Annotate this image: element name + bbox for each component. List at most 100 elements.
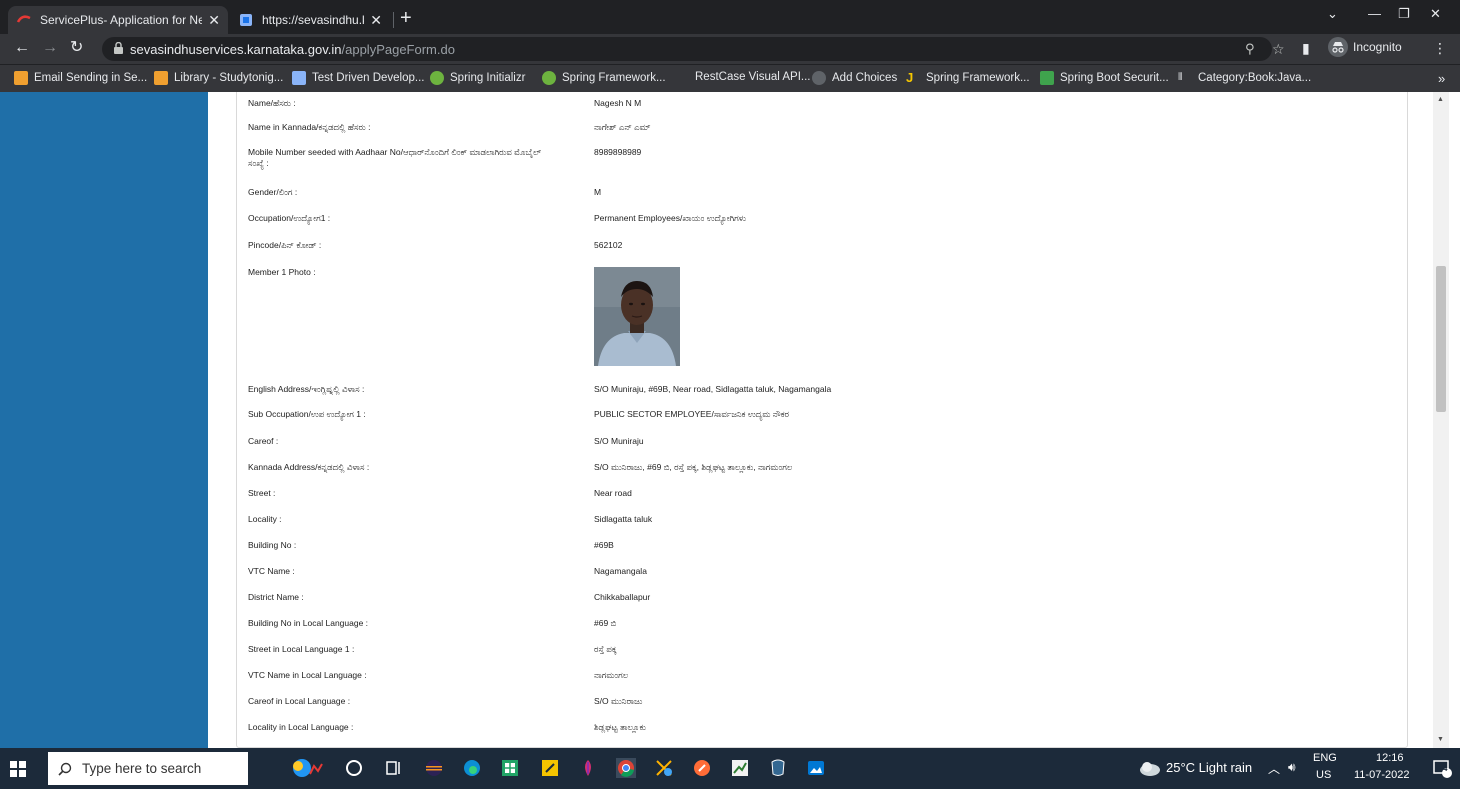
chart-app-icon[interactable] (730, 758, 750, 778)
side-panel-icon[interactable]: ▮ (1302, 40, 1310, 57)
clock-date[interactable]: 11-07-2022 (1354, 769, 1409, 781)
cortana-icon[interactable] (344, 758, 364, 778)
bookmark-item[interactable]: Spring Initializr (430, 71, 525, 85)
forward-icon[interactable]: → (42, 40, 58, 56)
bookmark-item[interactable]: J Spring Framework... (906, 71, 1030, 85)
volume-icon[interactable]: 🔊︎ (1288, 760, 1296, 775)
restore-icon[interactable]: ❐ (1398, 6, 1410, 22)
minimize-icon[interactable]: — (1368, 6, 1381, 21)
bookmark-item[interactable]: RestCase Visual API... (695, 71, 810, 83)
bookmark-label: Spring Framework... (562, 72, 666, 84)
windows-start-icon[interactable] (10, 761, 26, 777)
field-value-mobile: 8989898989 (594, 147, 642, 157)
bookmark-label: Spring Framework... (926, 72, 1030, 84)
bookmark-label: Category:Book:Java... (1198, 72, 1312, 84)
chrome-icon[interactable] (616, 758, 636, 778)
bookmark-label: RestCase Visual API... (695, 71, 811, 83)
field-label-occupation: Occupation/ಉದ್ಯೋಗ1 : (248, 213, 331, 223)
weather-text[interactable]: 25°C Light rain (1166, 760, 1252, 775)
tab-search-icon[interactable]: ⌄ (1327, 6, 1338, 22)
bookmark-label: Test Driven Develop... (312, 72, 425, 84)
spring-boot-icon (1040, 71, 1054, 85)
bookmark-label: Email Sending in Se... (34, 72, 148, 84)
clock-time[interactable]: 12:16 (1376, 752, 1404, 764)
task-view-icon[interactable] (384, 758, 404, 778)
tab-close-icon[interactable]: ✕ (370, 12, 382, 29)
postman-icon[interactable] (692, 758, 712, 778)
field-label-street-local: Street in Local Language 1 : (248, 644, 355, 654)
weather-widget-icon[interactable] (290, 758, 324, 778)
weather-cloud-icon[interactable] (1138, 758, 1162, 778)
tab-divider (393, 12, 394, 28)
zoom-icon[interactable]: ⚲ (1245, 41, 1255, 57)
tab-serviceplus[interactable]: ServicePlus- Application for New ✕ (8, 6, 228, 34)
windows-taskbar: Type here to search 25°C Light rain ︿ 🔊︎… (0, 748, 1460, 789)
incognito-indicator[interactable]: Incognito (1328, 37, 1402, 57)
sticky-app-icon[interactable] (540, 758, 560, 778)
lang-bottom[interactable]: US (1316, 769, 1331, 781)
address-bar[interactable]: sevasindhuservices.karnataka.gov.in/appl… (102, 37, 1285, 61)
page-scrollbar[interactable]: ▲ ▼ (1433, 92, 1449, 748)
bookmark-label: Add Choices (832, 72, 898, 84)
scroll-down-arrow-icon[interactable]: ▼ (1437, 736, 1444, 743)
field-value-kannada-address: S/O ಮುನಿರಾಜು, #69 ಬಿ, ರಸ್ತೆ ಪಕ್ಕ, ಶಿಡ್ಲಘ… (594, 462, 793, 472)
field-label-sub-occupation: Sub Occupation/ಉಪ ಉದ್ಯೋಗ 1 : (248, 409, 366, 419)
bookmark-item[interactable]: Email Sending in Se... (14, 71, 147, 85)
feather-app-icon[interactable] (578, 758, 598, 778)
scroll-up-arrow-icon[interactable]: ▲ (1437, 96, 1444, 103)
wikibooks-icon: ⦀ (1178, 72, 1183, 83)
eclipse-icon[interactable] (424, 758, 444, 778)
tab-close-icon[interactable]: ✕ (208, 12, 220, 29)
field-label-district-name: District Name : (248, 592, 304, 602)
studytonight-icon (154, 71, 168, 85)
field-label-vtc-name: VTC Name : (248, 566, 295, 576)
url-path: /applyPageForm.do (341, 42, 455, 57)
bookmarks-bar: Email Sending in Se... Library - Studyto… (0, 64, 1460, 92)
bookmark-item[interactable]: Add Choices (812, 71, 897, 85)
edge-icon[interactable] (462, 758, 482, 778)
bookmark-label: Library - Studytonig... (174, 72, 284, 84)
new-tab-icon[interactable]: + (400, 8, 412, 28)
menu-kebab-icon[interactable]: ⋮ (1433, 40, 1447, 57)
photos-app-icon[interactable] (806, 758, 826, 778)
url-domain: sevasindhuservices.karnataka.gov.in (130, 42, 342, 57)
field-label-vtc-name-local: VTC Name in Local Language : (248, 670, 367, 680)
bookmark-item[interactable]: Test Driven Develop... (292, 71, 425, 85)
field-label-name-kannada: Name in Kannada/ಕನ್ನಡದಲ್ಲಿ ಹೆಸರು : (248, 122, 371, 132)
lang-top[interactable]: ENG (1313, 752, 1337, 764)
lock-icon (114, 42, 123, 54)
field-label-careof-local: Careof in Local Language : (248, 696, 351, 706)
field-value-building-no: #69B (594, 540, 614, 550)
notification-count-badge: 4 (1443, 764, 1448, 773)
search-placeholder: Type here to search (82, 761, 202, 776)
notification-center-icon[interactable] (1432, 758, 1452, 778)
bookmark-item[interactable]: Library - Studytonig... (154, 71, 283, 85)
pgadmin-icon[interactable] (768, 758, 788, 778)
field-value-careof: S/O Muniraju (594, 436, 644, 446)
taskbar-search-box[interactable]: Type here to search (48, 752, 248, 785)
field-label-kannada-address: Kannada Address/ಕನ್ನಡದಲ್ಲಿ ವಿಳಾಸ : (248, 462, 370, 472)
field-label-name: Name/ಹೆಸರು : (248, 98, 296, 108)
spreadsheet-app-icon[interactable] (500, 758, 520, 778)
tray-expand-icon[interactable]: ︿ (1268, 760, 1280, 777)
incognito-icon (1328, 37, 1348, 57)
bookmark-star-icon[interactable]: ☆ (1272, 41, 1285, 58)
field-value-gender: M (594, 187, 602, 197)
reload-icon[interactable]: ↻ (70, 40, 83, 56)
bookmark-item[interactable]: ⦀ Category:Book:Java... (1178, 71, 1311, 85)
page-content: Name/ಹೆಸರು : Nagesh N M Name in Kannada/… (0, 92, 1460, 748)
spring-icon (430, 71, 444, 85)
tab-sevasindhu[interactable]: https://sevasindhu.karnataka.gov ✕ (230, 6, 390, 34)
more-bookmarks-icon[interactable]: » (1438, 71, 1445, 86)
browser-tab-strip: ServicePlus- Application for New ✕ https… (0, 0, 1460, 34)
bookmark-item[interactable]: Spring Boot Securit... (1040, 71, 1169, 85)
field-value-sub-occupation: PUBLIC SECTOR EMPLOYEE/ಸಾರ್ವಜನಿಕ ಉದ್ಯಮ ನ… (594, 409, 790, 419)
close-window-icon[interactable]: ✕ (1430, 6, 1441, 22)
tab-title: https://sevasindhu.karnataka.gov (262, 13, 364, 27)
globe-icon (812, 71, 826, 85)
scrollbar-thumb[interactable] (1436, 266, 1446, 412)
bookmark-label: Spring Boot Securit... (1060, 72, 1169, 84)
snipping-tool-icon[interactable] (654, 758, 674, 778)
back-icon[interactable]: ← (14, 40, 30, 56)
bookmark-item[interactable]: Spring Framework... (542, 71, 666, 85)
